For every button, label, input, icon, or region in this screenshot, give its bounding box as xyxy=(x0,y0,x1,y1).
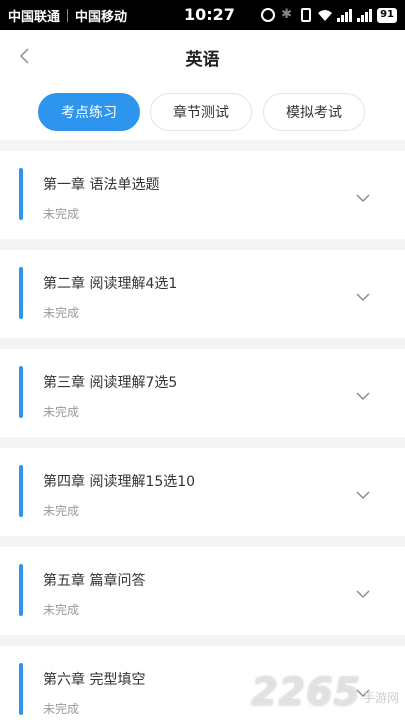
wifi-icon xyxy=(317,8,333,22)
app-header: 英语 xyxy=(0,30,405,84)
chapter-status: 未完成 xyxy=(43,405,80,419)
chevron-down-icon[interactable] xyxy=(355,288,371,301)
accent-bar xyxy=(19,366,23,418)
chevron-down-icon[interactable] xyxy=(355,585,371,598)
chevron-down-icon[interactable] xyxy=(355,486,371,499)
carrier-1: 中国联通 xyxy=(8,9,61,25)
carrier-divider xyxy=(67,8,69,22)
chapter-status: 未完成 xyxy=(43,702,80,716)
chapter-title: 第二章 阅读理解4选1 xyxy=(43,276,178,292)
chapter-title: 第四章 阅读理解15选10 xyxy=(43,474,196,490)
chevron-down-icon[interactable] xyxy=(355,189,371,202)
chapter-card[interactable]: 第五章 篇章问答 未完成 xyxy=(0,547,405,635)
accent-bar xyxy=(19,564,23,616)
status-bar: 中国联通 中国移动 10:27 ✱ 91 xyxy=(0,0,405,30)
chapter-card[interactable]: 第二章 阅读理解4选1 未完成 xyxy=(0,250,405,338)
chevron-down-icon[interactable] xyxy=(355,387,371,400)
signal-icon-1 xyxy=(337,8,353,22)
page-title: 英语 xyxy=(185,49,220,70)
watermark-number: 2265 xyxy=(251,670,361,714)
accent-bar xyxy=(19,168,23,220)
chapter-status: 未完成 xyxy=(43,504,80,518)
accent-bar xyxy=(19,465,23,517)
chapter-status: 未完成 xyxy=(43,306,80,320)
carrier-info: 中国联通 中国移动 xyxy=(8,6,127,25)
tab-bar: 考点练习 章节测试 模拟考试 xyxy=(0,84,405,140)
back-arrow-icon[interactable] xyxy=(14,44,38,68)
chapter-title: 第六章 完型填空 xyxy=(43,672,146,688)
bluetooth-icon: ✱ xyxy=(281,7,292,22)
status-time: 10:27 xyxy=(184,5,235,24)
chapter-title: 第五章 篇章问答 xyxy=(43,573,146,589)
status-icons: ✱ 91 xyxy=(261,0,397,30)
chapter-card[interactable]: 第四章 阅读理解15选10 未完成 xyxy=(0,448,405,536)
watermark: 2265 手游网 xyxy=(251,670,399,714)
chapter-status: 未完成 xyxy=(43,603,80,617)
accent-bar xyxy=(19,663,23,715)
tab-practice[interactable]: 考点练习 xyxy=(38,93,140,131)
signal-icon-2 xyxy=(357,8,373,22)
chapter-title: 第一章 语法单选题 xyxy=(43,177,160,193)
chapter-status: 未完成 xyxy=(43,207,80,221)
chapter-title: 第三章 阅读理解7选5 xyxy=(43,375,178,391)
alarm-icon xyxy=(261,8,276,22)
watermark-text: 手游网 xyxy=(362,691,399,705)
accent-bar xyxy=(19,267,23,319)
chapter-card[interactable]: 第三章 阅读理解7选5 未完成 xyxy=(0,349,405,437)
chapter-card[interactable]: 第一章 语法单选题 未完成 xyxy=(0,151,405,239)
carrier-2: 中国移动 xyxy=(75,9,128,25)
battery-indicator: 91 xyxy=(377,7,397,23)
vibrate-icon xyxy=(301,8,312,22)
tab-mock-exam[interactable]: 模拟考试 xyxy=(263,93,365,131)
tab-chapter-test[interactable]: 章节测试 xyxy=(150,93,252,131)
